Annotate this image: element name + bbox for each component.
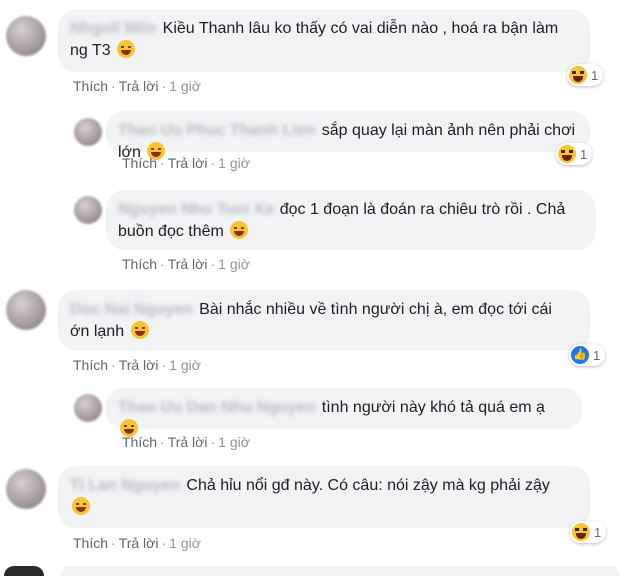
comment-author[interactable]: Thao Uu Dan Nhu Nguyen [118, 397, 315, 419]
comment-text-line2: buồn đọc thêm [118, 223, 224, 240]
avatar[interactable] [6, 290, 46, 330]
comment-bubble: Doc Nai Nguyen Bài nhắc nhiều về tình ng… [58, 290, 590, 351]
reaction-summary[interactable]: 1 [570, 521, 607, 543]
like-link[interactable]: Thích [73, 357, 108, 373]
avatar[interactable] [74, 118, 102, 146]
reaction-count: 1 [594, 524, 602, 540]
comment-text: Bài nhắc nhiều về tình người chị à, em đ… [199, 301, 552, 318]
reaction-count: 1 [591, 67, 599, 83]
grinning-sweat-emoji [117, 40, 136, 58]
like-link[interactable]: Thích [122, 155, 157, 171]
reaction-count: 1 [580, 146, 588, 162]
comment-author[interactable]: Nguyen Nhu Tuoi Xa [118, 199, 273, 221]
comment-bubble: Nhgoll Mlin Kiều Thanh lâu ko thấy có va… [58, 9, 590, 72]
reaction-summary[interactable]: 1 [556, 143, 593, 165]
reply-link[interactable]: Trả lời [168, 155, 208, 171]
reply-link[interactable]: Trả lời [168, 256, 208, 272]
haha-icon [569, 66, 587, 84]
timestamp[interactable]: 1 giờ [169, 535, 201, 551]
next-comment-bubble [60, 566, 620, 576]
tongue-emoji [72, 497, 90, 515]
reaction-count: 1 [593, 347, 601, 363]
avatar[interactable] [74, 394, 102, 422]
timestamp[interactable]: 1 giờ [218, 434, 250, 450]
timestamp[interactable]: 1 giờ [218, 256, 250, 272]
like-icon: 👍 [571, 346, 589, 364]
comment-actions: Thích · Trả lời · 1 giờ [122, 155, 250, 171]
next-comment-avatar [4, 566, 44, 576]
comment-actions: Thích · Trả lời · 1 giờ [122, 256, 250, 272]
avatar[interactable] [6, 469, 46, 509]
tongue-emoji [130, 321, 149, 339]
reaction-summary[interactable]: 1 [567, 64, 604, 86]
like-link[interactable]: Thích [122, 256, 157, 272]
comment-author[interactable]: Doc Nai Nguyen [70, 299, 193, 321]
comment-text: tình người này khó tả quá em ạ [321, 399, 545, 416]
avatar[interactable] [6, 16, 46, 56]
comment-actions: Thích · Trả lời · 1 giờ [73, 78, 201, 94]
avatar[interactable] [74, 196, 102, 224]
comment-author[interactable]: Ti Lan Nguyen [70, 475, 180, 497]
comment-text: đọc 1 đoạn là đoán ra chiêu trò rồi . Ch… [279, 201, 566, 218]
comment-text-line2: ng T3 [70, 42, 111, 59]
timestamp[interactable]: 1 giờ [218, 155, 250, 171]
comment-text-line2: ớn lạnh [70, 323, 125, 340]
comment-text: Chả hỉu nổi gđ này. Có câu: nói zậy mà k… [186, 477, 550, 494]
comment-author[interactable]: Nhgoll Mlin [70, 18, 156, 40]
like-link[interactable]: Thích [73, 78, 108, 94]
comment-actions: Thích · Trả lời · 1 giờ [122, 434, 250, 450]
reaction-summary[interactable]: 👍 1 [569, 344, 606, 366]
like-link[interactable]: Thích [73, 535, 108, 551]
reply-link[interactable]: Trả lời [119, 535, 159, 551]
comment-bubble: Thao Uu Dan Nhu Nguyen tình người này kh… [106, 388, 582, 437]
reply-link[interactable]: Trả lời [119, 78, 159, 94]
slightly-smiling-emoji [230, 221, 249, 239]
comment-bubble: Nguyen Nhu Tuoi Xa đọc 1 đoạn là đoán ra… [106, 190, 596, 250]
comment-author[interactable]: Thao Uu Phuc Thanh Lien [118, 120, 315, 142]
timestamp[interactable]: 1 giờ [169, 78, 201, 94]
comment-actions: Thích · Trả lời · 1 giờ [73, 535, 201, 551]
like-link[interactable]: Thích [122, 434, 157, 450]
reply-link[interactable]: Trả lời [119, 357, 159, 373]
reply-link[interactable]: Trả lời [168, 434, 208, 450]
comment-text: Kiều Thanh lâu ko thấy có vai diễn nào ,… [162, 20, 559, 37]
haha-icon [572, 523, 590, 541]
comment-actions: Thích · Trả lời · 1 giờ [73, 357, 201, 373]
haha-icon [558, 145, 576, 163]
comment-bubble: Thao Uu Phuc Thanh Lien sắp quay lại màn… [106, 111, 590, 161]
comment-bubble: Ti Lan Nguyen Chả hỉu nổi gđ này. Có câu… [58, 466, 590, 528]
timestamp[interactable]: 1 giờ [169, 357, 201, 373]
